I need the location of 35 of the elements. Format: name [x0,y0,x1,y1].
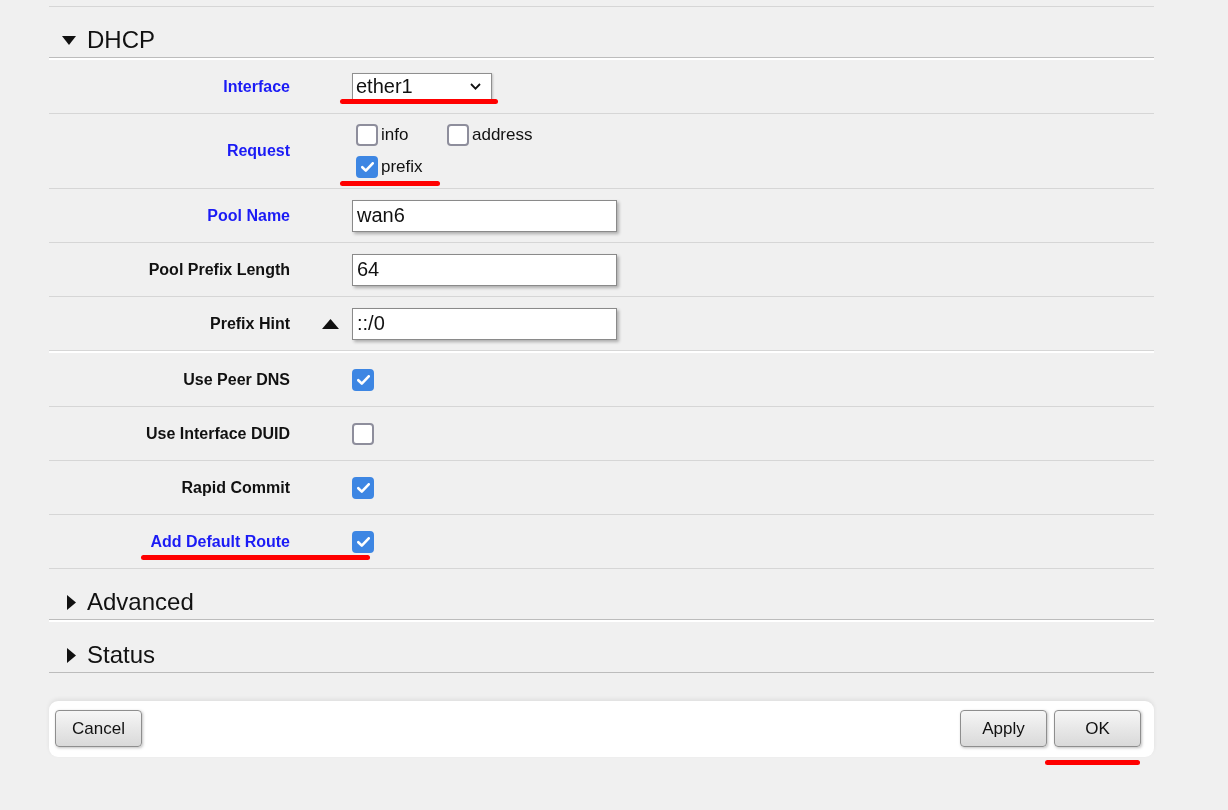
checkbox[interactable] [352,476,374,499]
section-toggle[interactable]: Advanced [62,588,194,616]
field-label: Add Default Route [150,532,290,550]
chevron-down-icon [470,83,481,90]
checkbox[interactable] [352,530,374,553]
checkbox-label: info [381,125,409,145]
check-icon [356,536,370,547]
field-label: Interface [223,77,290,95]
dialog-button[interactable]: OK [1054,710,1141,747]
dropdown[interactable]: ether1 [352,72,492,101]
checkbox[interactable] [356,124,378,146]
field-label: Prefix Hint [210,314,290,332]
field-label: Request [226,142,290,159]
checkbox[interactable] [352,422,374,445]
field-label: Use Interface DUID [145,424,290,442]
field-label: Rapid Commit [181,478,290,496]
field-label: Pool Prefix Length [148,260,290,278]
checkbox-label: prefix [381,157,423,177]
section-toggle[interactable]: Status [62,641,156,669]
check-icon [356,374,370,385]
text-field[interactable]: ::/0 [352,307,617,340]
field-label: Pool Name [207,206,290,224]
text-field[interactable]: 64 [352,253,617,286]
checkbox-label: address [472,125,533,145]
field-label: Use Peer DNS [183,370,290,388]
check-icon [356,482,370,493]
checkbox[interactable] [447,124,469,146]
text-field[interactable]: wan6 [352,199,617,232]
checkbox[interactable] [356,156,378,178]
section-toggle[interactable]: DHCP [62,26,155,54]
triangle-up-icon[interactable] [322,318,339,329]
dialog-button[interactable]: Apply [960,710,1047,747]
dialog-button[interactable]: Cancel [55,710,142,747]
checkbox[interactable] [352,368,374,391]
check-icon [360,162,374,172]
